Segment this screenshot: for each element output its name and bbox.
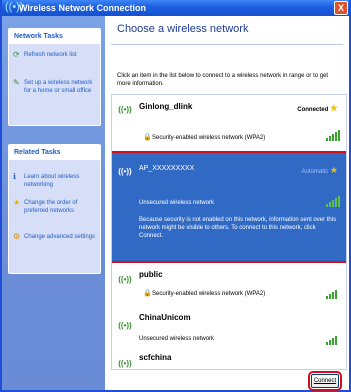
main-panel: Choose a wireless network Click an item … (105, 16, 349, 391)
page-title: Choose a wireless network (117, 23, 249, 35)
connection-status: Automatic ★ (302, 165, 338, 176)
sidebar: Network Tasks ⟳ Refresh network list ✎ S… (2, 16, 105, 390)
wireless-network-icon: ((•)) (118, 321, 132, 330)
signal-bar (329, 294, 331, 299)
intro-text: Click an item in the list below to conne… (117, 73, 329, 87)
network-name: ChinaUnicom (139, 313, 191, 322)
signal-bar (332, 292, 334, 299)
signal-bar (338, 196, 340, 207)
related-tasks-panel: Related Tasks ℹ Learn about wireless net… (8, 144, 101, 274)
security-label: Unsecured wireless network (139, 336, 215, 342)
network-name: Ginlong_dlink (139, 102, 193, 111)
network-item-chinaunicom[interactable]: ((•)) ChinaUnicom Unsecured wireless net… (112, 307, 346, 349)
signal-bar (338, 130, 340, 141)
wireless-network-icon: ((•)) (118, 275, 132, 284)
network-item-scfchina[interactable]: ((•)) scfchina (112, 349, 346, 369)
related-tasks-title: Related Tasks (9, 145, 100, 160)
status-label: Connected (297, 107, 329, 113)
security-info: 🔒Security-enabled wireless network (WPA2… (143, 290, 265, 297)
task-label: Change advanced settings (24, 234, 96, 240)
signal-strength-icon (326, 287, 340, 299)
connect-button[interactable]: Connect (308, 371, 342, 391)
wireless-network-icon: ((•)) (118, 167, 132, 176)
network-list[interactable]: ((•)) Ginlong_dlink Connected ★ 🔒Securit… (111, 94, 347, 370)
signal-bar (329, 136, 331, 141)
star-icon: ★ (329, 103, 338, 113)
window-title: Wireless Network Connection (19, 3, 146, 13)
signal-bar (335, 290, 337, 299)
network-name: public (139, 270, 163, 279)
signal-strength-icon (326, 129, 340, 141)
wireless-title-icon: ((•)) (5, 1, 24, 13)
task-label: Learn about wireless networking (24, 174, 80, 188)
wireless-network-icon: ((•)) (118, 105, 132, 114)
signal-bar (335, 336, 337, 345)
network-description: Because security is not enabled on this … (139, 217, 337, 239)
signal-bar (329, 202, 331, 207)
signal-bar (326, 138, 328, 141)
signal-bar (326, 204, 328, 207)
task-label: Refresh network list (24, 52, 77, 58)
title-bar[interactable]: ((•)) Wireless Network Connection X (2, 0, 349, 16)
signal-bar (326, 342, 328, 345)
security-label: Security-enabled wireless network (WPA2) (152, 291, 266, 297)
star-icon: ★ (329, 165, 338, 175)
network-item-ginlong-dlink[interactable]: ((•)) Ginlong_dlink Connected ★ 🔒Securit… (112, 95, 346, 151)
heading-divider (111, 44, 343, 45)
security-label: Security-enabled wireless network (WPA2) (152, 135, 266, 141)
wireless-network-icon: ((•)) (118, 359, 132, 368)
close-button[interactable]: X (334, 1, 348, 15)
signal-bar (335, 198, 337, 207)
security-info: 🔒Security-enabled wireless network (WPA2… (143, 134, 265, 141)
info-icon: ℹ (13, 172, 17, 181)
network-tasks-title: Network Tasks (9, 29, 100, 44)
signal-strength-icon (326, 333, 340, 345)
lock-icon: 🔒 (143, 134, 152, 141)
settings-icon: ⚙ (13, 232, 21, 241)
network-name: AP_XXXXXXXXX (139, 165, 195, 172)
signal-bar (332, 134, 334, 141)
security-label: Unsecured wireless network (139, 200, 215, 206)
task-label: Change the order of preferred networks (24, 200, 78, 214)
signal-bar (329, 340, 331, 345)
task-label: Set up a wireless network for a home or … (24, 80, 93, 94)
signal-bar (335, 132, 337, 141)
network-item-public[interactable]: ((•)) public 🔒Security-enabled wireless … (112, 265, 346, 307)
signal-bar (332, 200, 334, 207)
lock-icon: 🔒 (143, 290, 152, 297)
signal-bar (326, 296, 328, 299)
refresh-icon: ⟳ (13, 50, 20, 59)
status-label: Automatic (301, 169, 329, 175)
wireless-network-window: ((•)) Wireless Network Connection X Netw… (0, 0, 351, 392)
signal-bar (332, 338, 334, 345)
setup-icon: ✎ (13, 78, 20, 87)
network-tasks-panel: Network Tasks ⟳ Refresh network list ✎ S… (8, 28, 101, 126)
connection-status: Connected ★ (297, 103, 338, 114)
star-icon: ★ (13, 198, 21, 207)
signal-strength-icon (326, 195, 340, 207)
network-name: scfchina (139, 353, 172, 362)
network-item-ap[interactable]: ((•)) AP_XXXXXXXXX Automatic ★ Unsecured… (112, 151, 346, 263)
